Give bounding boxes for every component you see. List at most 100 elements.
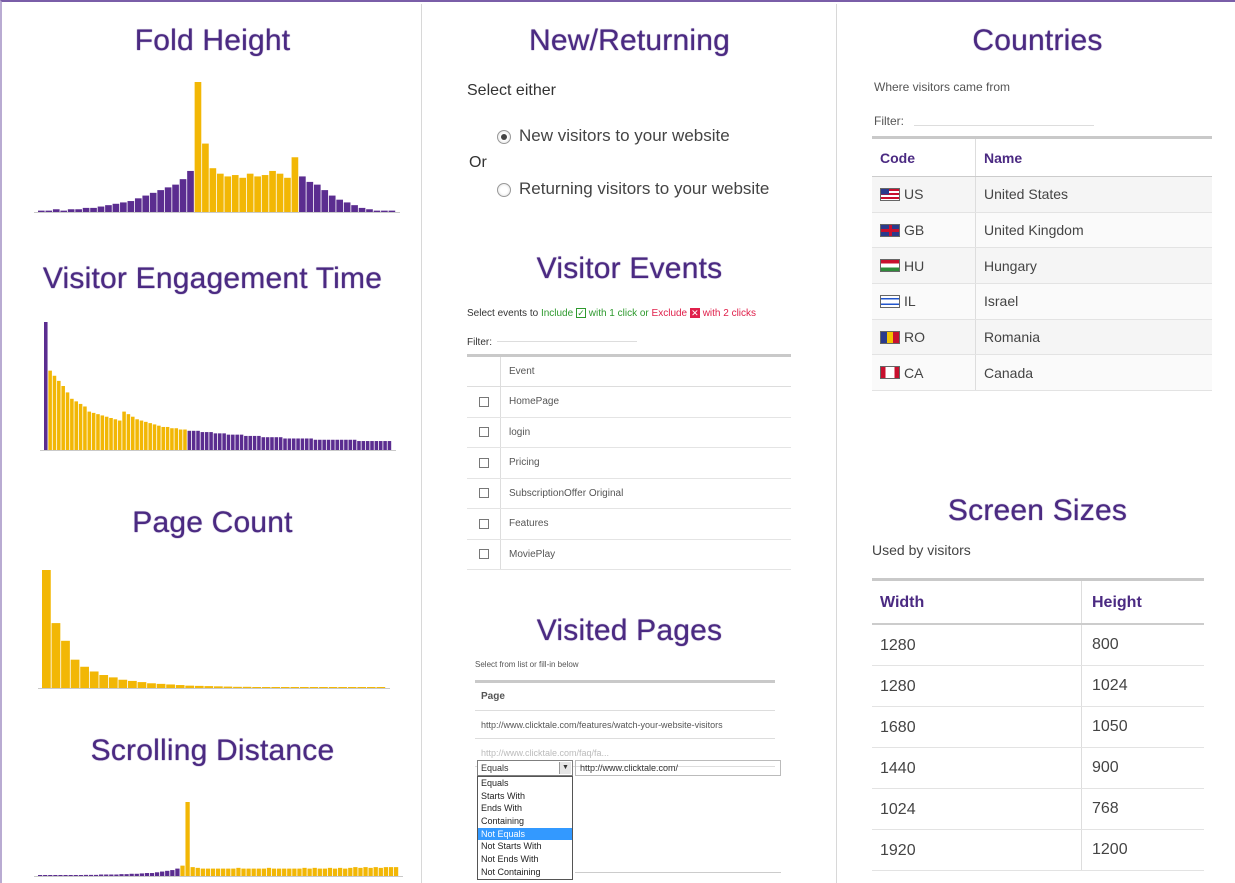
event-checkbox[interactable] (478, 396, 489, 407)
country-row[interactable]: HU Hungary (872, 248, 1212, 285)
histogram-bar (183, 429, 187, 450)
event-row[interactable]: MoviePlay (467, 539, 791, 570)
engagement-time-chart[interactable] (4, 316, 414, 456)
event-column-header: Event (509, 366, 535, 377)
histogram-bar (105, 205, 112, 212)
event-row[interactable]: Features (467, 509, 791, 540)
histogram-bar (45, 210, 53, 212)
screen-width: 1680 (872, 707, 1082, 747)
histogram-bar (312, 867, 317, 876)
histogram-bar (134, 198, 142, 212)
screen-size-row[interactable]: 1024 768 (872, 789, 1204, 830)
exclude-x-icon: ✕ (689, 308, 700, 318)
histogram-bar (57, 380, 61, 450)
event-checkbox[interactable] (478, 549, 489, 560)
histogram-bar (44, 322, 48, 450)
screen-size-row[interactable]: 1920 1200 (872, 830, 1204, 871)
histogram-bar (322, 439, 326, 450)
histogram-bar (373, 210, 381, 212)
operator-option[interactable]: Ends With (478, 802, 572, 815)
il-flag-icon (880, 294, 900, 308)
operator-option[interactable]: Not Containing (478, 866, 572, 879)
scrolling-distance-chart[interactable] (4, 796, 414, 882)
operator-option[interactable]: Starts With (478, 790, 572, 803)
histogram-bar (42, 570, 51, 688)
events-table-header: Event (467, 357, 791, 387)
event-row[interactable]: SubscriptionOffer Original (467, 478, 791, 509)
operator-option[interactable]: Equals (478, 777, 572, 790)
event-checkbox[interactable] (478, 427, 489, 438)
histogram-bar (290, 687, 300, 688)
histogram-bar (352, 439, 357, 450)
returning-visitors-radio[interactable] (497, 182, 511, 197)
screen-height: 1200 (1092, 841, 1128, 858)
histogram-bar (214, 686, 223, 688)
screen-size-row[interactable]: 1440 900 (872, 748, 1204, 789)
country-row[interactable]: GB United Kingdom (872, 212, 1212, 249)
histogram-bar (366, 209, 373, 212)
event-checkbox[interactable] (478, 457, 489, 468)
histogram-bar (357, 687, 367, 688)
histograms-column: Fold Height Visitor Engagement Time Page… (4, 4, 422, 883)
histogram-bar (226, 868, 231, 876)
histogram-bar (78, 875, 83, 876)
histogram-bar (337, 867, 343, 876)
histogram-bar (61, 640, 70, 688)
histogram-bar (48, 875, 53, 876)
event-row[interactable]: Pricing (467, 448, 791, 479)
histogram-bar (210, 868, 216, 876)
new-visitors-radio[interactable] (497, 129, 511, 144)
operator-option[interactable]: Not Ends With (478, 853, 572, 866)
event-label: Features (509, 518, 549, 530)
country-row[interactable]: US United States (872, 177, 1212, 213)
country-row[interactable]: RO Romania (872, 319, 1212, 356)
histogram-bar (344, 439, 348, 450)
histogram-bar (165, 426, 170, 450)
country-row[interactable]: IL Israel (872, 284, 1212, 320)
events-filter-input[interactable] (497, 328, 637, 342)
operator-option[interactable]: Not Equals (478, 827, 572, 841)
event-checkbox[interactable] (478, 518, 489, 529)
screen-size-row[interactable]: 1680 1050 (872, 707, 1204, 748)
screen-size-row[interactable]: 1280 1024 (872, 666, 1204, 707)
histogram-bar (261, 437, 266, 450)
screen-height: 800 (1092, 636, 1119, 653)
screen-height: 1050 (1092, 718, 1128, 735)
histogram-bar (261, 175, 269, 212)
histogram-bar (322, 868, 328, 876)
histogram-bar (166, 684, 175, 688)
fold-height-chart[interactable] (4, 74, 414, 219)
event-checkbox[interactable] (478, 488, 489, 499)
event-row[interactable]: login (467, 417, 791, 448)
histogram-bar (170, 428, 174, 450)
page-count-chart[interactable] (4, 566, 414, 696)
histogram-bar (175, 685, 185, 688)
histogram-bar (305, 438, 309, 450)
histogram-bar (104, 874, 109, 876)
histogram-bar (164, 187, 172, 212)
url-input[interactable]: http://www.clicktale.com/ (575, 760, 781, 776)
histogram-bar (205, 868, 211, 876)
histogram-bar (91, 412, 96, 450)
screen-size-row[interactable]: 1280 800 (872, 625, 1204, 666)
page-count-title: Page Count (132, 506, 293, 539)
histogram-bar (347, 687, 357, 688)
operator-option[interactable]: Containing (478, 815, 572, 828)
country-row[interactable]: CA Canada (872, 355, 1212, 392)
operator-option[interactable]: Not Starts With (478, 840, 572, 853)
events-table: Event HomePage login Pricing SubscriptionOf… (467, 354, 791, 570)
histogram-bar (239, 177, 247, 212)
histogram-bar (302, 867, 307, 876)
page-row[interactable]: http://www.clicktale.com/features/watch-… (475, 711, 775, 739)
histogram-bar (124, 874, 129, 876)
operator-select[interactable]: Equals ▼ (477, 760, 573, 776)
histogram-bar (113, 419, 118, 450)
countries-filter-input[interactable] (914, 104, 1094, 126)
width-column-header: Width (872, 581, 1082, 623)
new-visitors-option[interactable]: New visitors to your website (497, 126, 730, 146)
event-row[interactable]: HomePage (467, 387, 791, 418)
instr-post: with 2 clicks (702, 308, 757, 319)
histogram-bar (157, 190, 164, 212)
returning-visitors-option[interactable]: Returning visitors to your website (497, 179, 769, 199)
histogram-bar (38, 875, 43, 876)
